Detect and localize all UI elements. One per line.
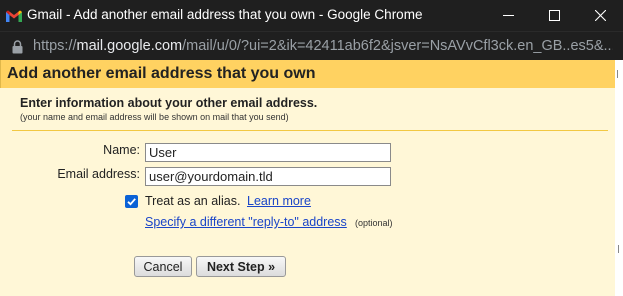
name-label: Name: [103,143,140,157]
section-subtext: (your name and email address will be sho… [20,112,289,122]
optional-note: (optional) [355,218,393,228]
dialog-title: Add another email address that you own [7,65,316,82]
learn-more-link[interactable]: Learn more [247,194,311,208]
close-icon [594,10,606,21]
url-text[interactable]: https://mail.google.com/mail/u/0/?ui=2&i… [33,38,613,54]
name-input[interactable] [145,143,391,162]
page-edge [615,60,623,296]
lock-icon[interactable] [12,40,23,59]
address-bar[interactable]: https://mail.google.com/mail/u/0/?ui=2&i… [0,31,623,61]
cancel-button[interactable]: Cancel [134,256,192,277]
window-titlebar: Gmail - Add another email address that y… [0,0,623,31]
divider [12,130,608,131]
page-edge-mark [617,70,618,78]
next-step-button[interactable]: Next Step » [196,256,286,277]
section-heading: Enter information about your other email… [20,96,318,110]
alias-label[interactable]: Treat as an alias. [145,194,240,208]
alias-checkbox[interactable] [125,195,138,208]
url-host: mail.google.com [76,38,183,54]
gmail-logo-icon [6,9,22,22]
maximize-button[interactable] [531,0,577,31]
maximize-icon [548,10,560,21]
minimize-button[interactable] [485,0,531,31]
url-scheme: https:// [33,38,77,54]
email-label: Email address: [57,167,140,181]
close-button[interactable] [577,0,623,31]
checkmark-icon [125,195,138,208]
page-edge-mark [618,245,619,253]
reply-to-link[interactable]: Specify a different "reply-to" address [145,215,347,229]
window-title: Gmail - Add another email address that y… [27,7,423,22]
minimize-icon [502,10,514,21]
dialog-header: Add another email address that you own [0,60,616,88]
url-path: /mail/u/0/?ui=2&ik=42411ab6f2&jsver=NsAV… [182,38,613,54]
email-input[interactable] [145,167,391,186]
